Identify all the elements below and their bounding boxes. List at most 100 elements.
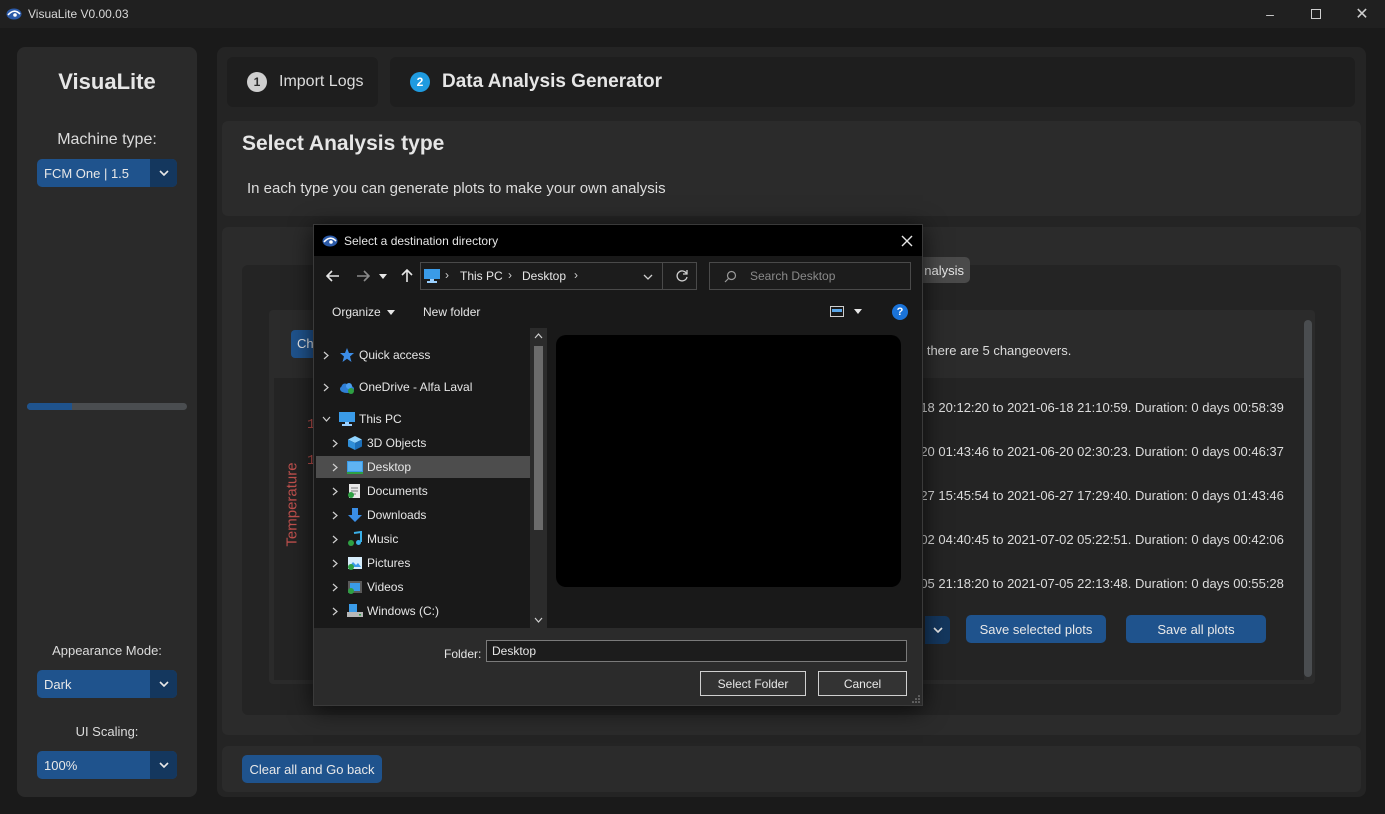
organize-menu[interactable]: Organize [332,305,395,319]
tab-data-analysis[interactable]: 2 Data Analysis Generator [390,57,1355,107]
cancel-button[interactable]: Cancel [818,671,907,696]
y-axis-label: Temperature [283,462,301,547]
folder-input[interactable]: Desktop [486,640,907,662]
tree-item[interactable]: Desktop [316,456,530,478]
tree-item[interactable]: Quick access [314,344,530,366]
tree-item[interactable]: OneDrive - Alfa Laval [314,376,530,398]
content-scrollbar[interactable] [1304,320,1312,677]
chevron-down-icon[interactable] [150,670,177,698]
file-list-empty-area [556,335,901,587]
title-bar: VisuaLite V0.00.03 – ✕ [0,0,1385,28]
breadcrumb-this-pc[interactable]: This PC [460,269,503,283]
progress-bar [27,403,187,410]
save-selected-plots-button[interactable]: Save selected plots [966,615,1106,643]
chevron-right-icon[interactable] [330,582,340,592]
chevron-down-icon[interactable] [321,414,331,424]
view-options-button[interactable] [830,306,862,317]
maximize-icon[interactable] [1293,0,1339,28]
page-subtitle: In each type you can generate plots to m… [247,180,666,197]
select-folder-button[interactable]: Select Folder [700,671,806,696]
music-icon [347,530,363,547]
dialog-command-bar: Organize New folder ? [314,296,922,328]
tree-item-label: Music [367,532,399,546]
cloud-icon [339,379,355,395]
tree-item[interactable]: Pictures [314,552,530,574]
videos-icon [347,579,363,595]
tree-item[interactable]: 3D Objects [314,432,530,454]
save-all-plots-button[interactable]: Save all plots [1126,615,1266,643]
forward-arrow-icon[interactable] [352,265,374,287]
chevron-right-icon[interactable] [330,438,340,448]
tree-item[interactable]: This PC [314,408,530,430]
tree-item[interactable]: Windows (C:) [314,600,530,622]
help-icon[interactable]: ? [892,304,908,320]
appearance-mode-value: Dark [44,676,72,692]
chevron-down-icon[interactable] [150,751,177,779]
tree-scrollbar[interactable] [530,328,547,628]
chevron-right-icon[interactable] [321,350,331,360]
tree-item-label: OneDrive - Alfa Laval [359,380,473,394]
plot-select-dropdown[interactable] [925,616,950,644]
close-icon[interactable] [892,225,922,256]
machine-type-select[interactable]: FCM One | 1.5 [37,159,177,187]
search-desktop-input[interactable]: Search Desktop [709,262,911,290]
file-list-pane[interactable] [547,328,922,628]
chevron-down-icon [854,309,862,314]
address-history-chevron-icon[interactable] [643,274,653,280]
refresh-icon[interactable] [675,269,689,283]
chevron-down-icon [386,309,395,315]
app-logo-icon [6,8,22,20]
chevron-right-icon[interactable] [330,558,340,568]
machine-type-value: FCM One | 1.5 [44,165,130,181]
footer-panel: Clear all and Go back [222,746,1361,792]
ui-scaling-label: UI Scaling: [75,724,139,739]
scrollbar-thumb[interactable] [534,346,543,530]
changeover-line: -05 21:18:20 to 2021-07-05 22:13:48. Dur… [916,576,1284,591]
tree-item-label: Quick access [359,348,431,362]
address-bar[interactable]: › This PC › Desktop › [420,262,697,290]
tree-item[interactable]: Documents [314,480,530,502]
chevron-down-icon[interactable] [150,159,177,187]
recent-locations-chevron-icon[interactable] [376,265,390,287]
desktop-folder-icon [347,459,363,475]
up-arrow-icon[interactable] [396,265,418,287]
tree-item-label: Desktop [367,460,412,474]
search-placeholder: Search Desktop [750,269,836,283]
header-panel: Select Analysis type In each type you ca… [222,121,1361,216]
changeover-summary: d there are 5 changeovers. [916,343,1072,358]
scroll-up-icon[interactable] [534,333,543,339]
chevron-right-icon[interactable] [330,606,340,616]
cube-icon [347,435,363,451]
search-icon [724,270,737,283]
chevron-right-icon[interactable] [330,534,340,544]
dialog-title-bar: Select a destination directory [314,225,922,256]
clear-and-go-back-button[interactable]: Clear all and Go back [242,755,382,783]
tab-import-logs[interactable]: 1 Import Logs [227,57,378,107]
resize-grip-icon[interactable] [912,695,920,703]
tab-number: 1 [247,72,267,92]
tab-number: 2 [410,72,430,92]
computer-icon [424,269,440,283]
dialog-bottom-bar: Folder: Desktop Select Folder Cancel [314,628,922,705]
tab-label: Import Logs [279,73,364,90]
ui-scaling-select[interactable]: 100% [37,751,177,779]
chevron-right-icon[interactable] [330,462,340,472]
minimize-icon[interactable]: – [1247,0,1293,28]
tree-item[interactable]: Music [314,528,530,550]
organize-label: Organize [332,305,381,319]
close-window-icon[interactable]: ✕ [1339,0,1385,28]
tree-item[interactable]: Videos [314,576,530,598]
view-layout-icon [830,306,844,317]
chevron-right-icon[interactable] [330,486,340,496]
chevron-right-icon[interactable] [321,382,331,392]
tree-item-label: This PC [359,412,402,426]
appearance-mode-select[interactable]: Dark [37,670,177,698]
breadcrumb-desktop[interactable]: Desktop [522,269,566,283]
changeover-line: -18 20:12:20 to 2021-06-18 21:10:59. Dur… [916,400,1284,415]
tree-item-label: Downloads [367,508,427,522]
chevron-right-icon[interactable] [330,510,340,520]
back-arrow-icon[interactable] [322,265,344,287]
tree-item[interactable]: Downloads [314,504,530,526]
new-folder-button[interactable]: New folder [423,305,480,319]
scroll-down-icon[interactable] [534,617,543,623]
